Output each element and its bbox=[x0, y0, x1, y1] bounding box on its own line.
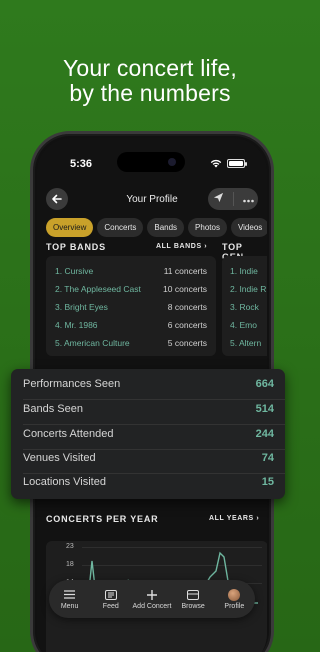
list-item[interactable]: 5. Altern bbox=[230, 338, 267, 350]
list-item[interactable]: 5. American Culture 5 concerts bbox=[55, 338, 207, 350]
stats-card: Performances Seen 664 Bands Seen 514 Conce… bbox=[11, 369, 285, 499]
stat-row-locations: Locations Visited 15 bbox=[23, 476, 274, 488]
send-icon bbox=[213, 192, 223, 203]
headline-line-1: Your concert life, bbox=[62, 55, 238, 81]
top-bands-card: 1. Cursive 11 concerts 2. The Appleseed C… bbox=[46, 256, 216, 356]
avatar bbox=[228, 588, 241, 601]
y-tick-label: 18 bbox=[66, 561, 74, 568]
tab-concerts[interactable]: Concerts bbox=[97, 218, 144, 237]
list-item[interactable]: 3. Bright Eyes 8 concerts bbox=[55, 302, 207, 314]
stat-row-venues: Venues Visited 74 bbox=[23, 452, 274, 464]
tab-bands[interactable]: Bands bbox=[147, 218, 185, 237]
feed-icon bbox=[104, 589, 117, 601]
all-years-link[interactable]: ALL YEARS › bbox=[209, 515, 259, 522]
status-icons bbox=[210, 159, 247, 168]
marketing-headline: Your concert life, by the numbers bbox=[0, 56, 300, 106]
browse-icon bbox=[187, 589, 200, 601]
stat-row-concerts: Concerts Attended 244 bbox=[23, 428, 274, 440]
tab-menu[interactable]: Menu bbox=[51, 589, 89, 610]
profile-tabs: Overview Concerts Bands Photos Videos bbox=[46, 218, 267, 237]
bottom-tab-bar: Menu Feed Add Concert Browse Profile bbox=[49, 580, 255, 618]
tab-profile[interactable]: Profile bbox=[215, 588, 253, 610]
list-item[interactable]: 1. Indie bbox=[230, 266, 267, 278]
more-button[interactable] bbox=[242, 190, 254, 208]
tab-feed[interactable]: Feed bbox=[92, 589, 130, 610]
stat-row-performances: Performances Seen 664 bbox=[23, 378, 274, 390]
top-bands-heading: TOP BANDS bbox=[46, 242, 106, 252]
tab-videos[interactable]: Videos bbox=[230, 218, 267, 237]
stat-row-bands: Bands Seen 514 bbox=[23, 403, 274, 415]
tab-photos[interactable]: Photos bbox=[188, 218, 227, 237]
more-icon bbox=[242, 199, 254, 203]
tab-browse[interactable]: Browse bbox=[174, 589, 212, 610]
menu-icon bbox=[64, 589, 76, 601]
headline-line-2: by the numbers bbox=[69, 80, 231, 106]
battery-icon bbox=[227, 159, 247, 168]
plus-icon bbox=[146, 589, 158, 601]
status-time: 5:36 bbox=[70, 158, 93, 170]
wifi-icon bbox=[210, 159, 222, 168]
share-button[interactable] bbox=[213, 190, 224, 208]
y-tick-label: 23 bbox=[66, 543, 74, 550]
concerts-per-year-heading: CONCERTS PER YEAR bbox=[46, 514, 159, 524]
top-genres-card: 1. Indie 2. Indie R 3. Rock 4. Emo 5. Al… bbox=[222, 256, 267, 356]
tab-add-concert[interactable]: Add Concert bbox=[133, 589, 171, 610]
list-item[interactable]: 3. Rock bbox=[230, 302, 267, 314]
dynamic-island bbox=[117, 152, 185, 172]
list-item[interactable]: 4. Mr. 1986 6 concerts bbox=[55, 320, 207, 332]
list-item[interactable]: 2. Indie R bbox=[230, 284, 267, 296]
list-item[interactable]: 1. Cursive 11 concerts bbox=[55, 266, 207, 278]
nav-actions bbox=[208, 188, 258, 210]
tab-overview[interactable]: Overview bbox=[46, 218, 94, 237]
list-item[interactable]: 2. The Appleseed Cast 10 concerts bbox=[55, 284, 207, 296]
nav-bar: Your Profile bbox=[37, 184, 267, 214]
list-item[interactable]: 4. Emo bbox=[230, 320, 267, 332]
all-bands-link[interactable]: ALL BANDS › bbox=[156, 243, 207, 250]
